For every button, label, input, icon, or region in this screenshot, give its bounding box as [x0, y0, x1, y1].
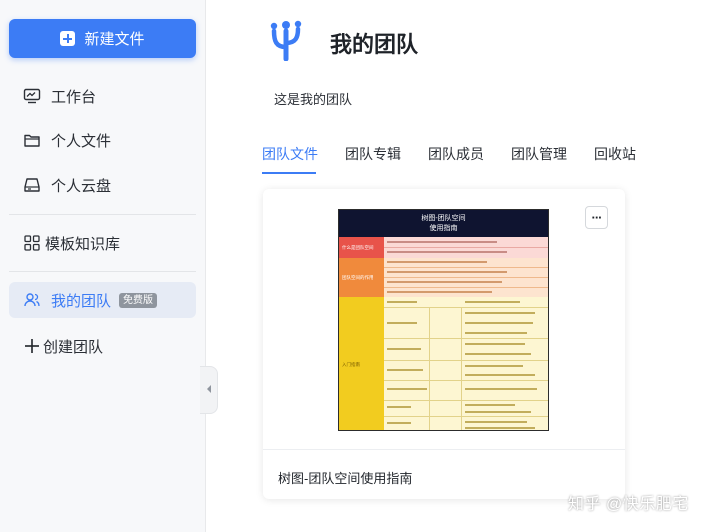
team-icon	[23, 291, 41, 309]
thumbnail-text-line	[387, 322, 417, 324]
thumbnail-text-line	[465, 322, 533, 324]
sidebar-item-label: 我的团队	[51, 292, 112, 310]
thumbnail-rule	[384, 277, 548, 278]
tab-recycle-bin[interactable]: 回收站	[594, 144, 636, 164]
drive-icon	[23, 176, 41, 194]
file-title: 树图-团队空间使用指南	[278, 471, 413, 486]
thumbnail-text-line	[465, 388, 537, 390]
active-tab-indicator	[262, 172, 316, 174]
thumbnail-text-line	[387, 271, 507, 273]
tab-team-members[interactable]: 团队成员	[428, 144, 484, 164]
thumbnail-rule	[384, 400, 548, 401]
thumbnail-text-line	[465, 343, 525, 345]
sidebar-divider	[9, 271, 196, 272]
sidebar-item-templates[interactable]: 模板知识库	[9, 225, 196, 261]
tab-team-files[interactable]: 团队文件	[262, 144, 318, 164]
thumbnail-text-line	[387, 301, 417, 303]
chevron-left-icon	[205, 381, 213, 399]
thumbnail-rule	[384, 307, 548, 308]
file-thumbnail: 树图-团队空间 使用指南 什么是团队空间 团队空间的作用 入门指南	[338, 209, 549, 431]
more-options-button[interactable]: ···	[585, 206, 608, 229]
plan-badge: 免费版	[119, 292, 158, 308]
thumbnail-text-line	[465, 411, 531, 413]
thumbnail-category: 团队空间的作用	[339, 258, 384, 297]
monitor-icon	[23, 87, 41, 105]
watermark: 知乎 @快乐肥宅	[568, 496, 689, 513]
thumbnail-text-line	[465, 332, 527, 334]
tab-team-management[interactable]: 团队管理	[511, 144, 567, 164]
plus-icon	[23, 337, 41, 355]
thumbnail-rule	[384, 338, 548, 339]
sidebar-item-personal-files[interactable]: 个人文件	[9, 122, 196, 158]
thumbnail-text-line	[387, 406, 411, 408]
sidebar-item-label: 创建团队	[43, 338, 104, 356]
thumbnail-rule	[384, 416, 548, 417]
thumbnail-text-line	[387, 388, 427, 390]
thumbnail-text-line	[465, 353, 531, 355]
thumbnail-rule	[429, 307, 430, 430]
card-divider	[263, 449, 625, 450]
thumbnail-text-line	[465, 427, 535, 429]
sidebar-collapse-handle[interactable]	[200, 366, 218, 414]
sidebar-item-label: 个人云盘	[51, 177, 112, 195]
sidebar-item-personal-drive[interactable]: 个人云盘	[9, 167, 196, 203]
thumbnail-text-line	[387, 241, 497, 243]
thumbnail-heading-line1: 树图-团队空间	[421, 214, 466, 222]
thumbnail-rule	[384, 267, 548, 268]
sidebar-item-label: 工作台	[51, 88, 97, 106]
thumbnail-rule	[384, 380, 548, 381]
thumbnail-text-line	[465, 404, 515, 406]
tab-team-albums[interactable]: 团队专辑	[345, 144, 401, 164]
thumbnail-text-line	[465, 365, 523, 367]
sidebar-item-create-team[interactable]: 创建团队	[9, 328, 196, 364]
thumbnail-text-line	[387, 291, 492, 293]
new-file-button[interactable]: 新建文件	[9, 19, 196, 58]
thumbnail-heading-line2: 使用指南	[429, 224, 458, 232]
sidebar-item-workbench[interactable]: 工作台	[9, 78, 196, 114]
thumbnail-category: 入门指南	[339, 297, 384, 430]
thumbnail-text-line	[465, 312, 535, 314]
thumbnail-rule	[384, 360, 548, 361]
sidebar-divider	[9, 214, 196, 215]
sidebar-item-label: 模板知识库	[45, 235, 121, 253]
page-title: 我的团队	[330, 32, 419, 57]
thumbnail-rule	[384, 287, 548, 288]
thumbnail-heading: 树图-团队空间 使用指南	[339, 210, 548, 237]
thumbnail-text-line	[387, 369, 423, 371]
team-description: 这是我的团队	[274, 92, 353, 107]
thumbnail-text-line	[387, 251, 507, 253]
sidebar-item-label: 个人文件	[51, 132, 112, 150]
grid-icon	[23, 234, 41, 252]
sidebar-item-my-team[interactable]: 我的团队 免费版	[9, 282, 196, 318]
folder-icon	[23, 131, 41, 149]
thumbnail-text-line	[465, 374, 535, 376]
thumbnail-text-line	[387, 348, 421, 350]
team-logo	[266, 17, 306, 62]
thumbnail-rule	[461, 307, 462, 430]
thumbnail-text-line	[465, 421, 527, 423]
thumbnail-text-line	[387, 261, 487, 263]
thumbnail-text-line	[387, 281, 502, 283]
sidebar: 新建文件 工作台 个人文件 个人云盘 模板知识库 我的团队 免费版 创建团队	[0, 0, 206, 532]
thumbnail-rule	[384, 247, 548, 248]
new-file-label: 新建文件	[84, 31, 145, 48]
file-card[interactable]: 树图-团队空间 使用指南 什么是团队空间 团队空间的作用 入门指南 ··· 树图…	[263, 189, 625, 499]
plus-icon	[60, 31, 76, 46]
thumbnail-text-line	[465, 301, 520, 303]
thumbnail-category: 什么是团队空间	[339, 237, 384, 258]
thumbnail-text-line	[387, 422, 411, 424]
